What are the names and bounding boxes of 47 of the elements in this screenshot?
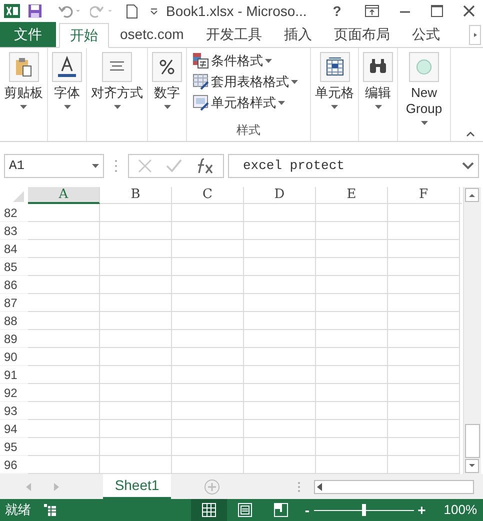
row-header[interactable]: 93 <box>0 402 28 420</box>
column-header[interactable]: B <box>100 187 172 204</box>
window-title: Book1.xlsx - Microso... <box>166 2 307 20</box>
group-label: 样式 <box>236 122 260 139</box>
row-header[interactable]: 92 <box>0 384 28 402</box>
ribbon-button[interactable]: New Group <box>402 52 446 129</box>
column-header[interactable]: C <box>172 187 244 204</box>
zoom-level: 100% <box>444 501 477 520</box>
file-tab[interactable]: 文件 <box>0 22 56 47</box>
style-menu-button[interactable]: 套用表格格式 <box>193 71 304 92</box>
ribbon-tab[interactable]: osetc.com <box>109 22 195 47</box>
ribbon-button[interactable]: 对齐方式 <box>91 52 143 113</box>
row-header[interactable]: 89 <box>0 330 28 348</box>
name-box[interactable]: A1 <box>4 154 104 178</box>
ribbon-button[interactable]: 数字 <box>152 52 182 113</box>
row-header[interactable]: 83 <box>0 222 28 240</box>
ribbon-button[interactable]: 单元格 <box>315 52 354 113</box>
row-header[interactable]: 84 <box>0 240 28 258</box>
column-header[interactable]: E <box>316 187 388 204</box>
row-header[interactable]: 86 <box>0 276 28 294</box>
column-header[interactable]: D <box>244 187 316 204</box>
column-header[interactable]: F <box>388 187 460 204</box>
zoom-out-button[interactable]: - <box>304 503 310 517</box>
formula-field[interactable]: excel protect <box>228 154 479 178</box>
row-header[interactable]: 88 <box>0 312 28 330</box>
zoom-in-button[interactable]: + <box>418 503 426 517</box>
sheet-tab[interactable]: Sheet1 <box>103 474 171 499</box>
row-header[interactable]: 95 <box>0 438 28 456</box>
style-menu-button[interactable]: 单元格样式 <box>193 92 304 113</box>
ribbon-button[interactable]: 剪贴板 <box>4 52 43 113</box>
row-header[interactable]: 94 <box>0 420 28 438</box>
row-header[interactable]: 87 <box>0 294 28 312</box>
ribbon-tab[interactable]: 开始 <box>59 23 109 48</box>
ribbon-button[interactable]: 字体 <box>52 52 82 113</box>
status-text: 就绪 <box>5 501 31 520</box>
ribbon-button[interactable]: 编辑 <box>363 52 393 113</box>
row-header[interactable]: 85 <box>0 258 28 276</box>
column-header[interactable]: A <box>28 187 100 204</box>
ribbon-tab[interactable]: 公式 <box>400 22 451 47</box>
ribbon-tab[interactable]: 开发工具 <box>194 22 273 47</box>
row-header[interactable]: 91 <box>0 366 28 384</box>
row-header[interactable]: 90 <box>0 348 28 366</box>
ribbon-tab[interactable]: 页面布局 <box>322 22 401 47</box>
ribbon-tab[interactable]: 插入 <box>272 22 323 47</box>
help-button[interactable]: ? <box>325 0 349 22</box>
style-menu-button[interactable]: 条件格式 <box>193 50 304 71</box>
row-header[interactable]: 82 <box>0 204 28 222</box>
